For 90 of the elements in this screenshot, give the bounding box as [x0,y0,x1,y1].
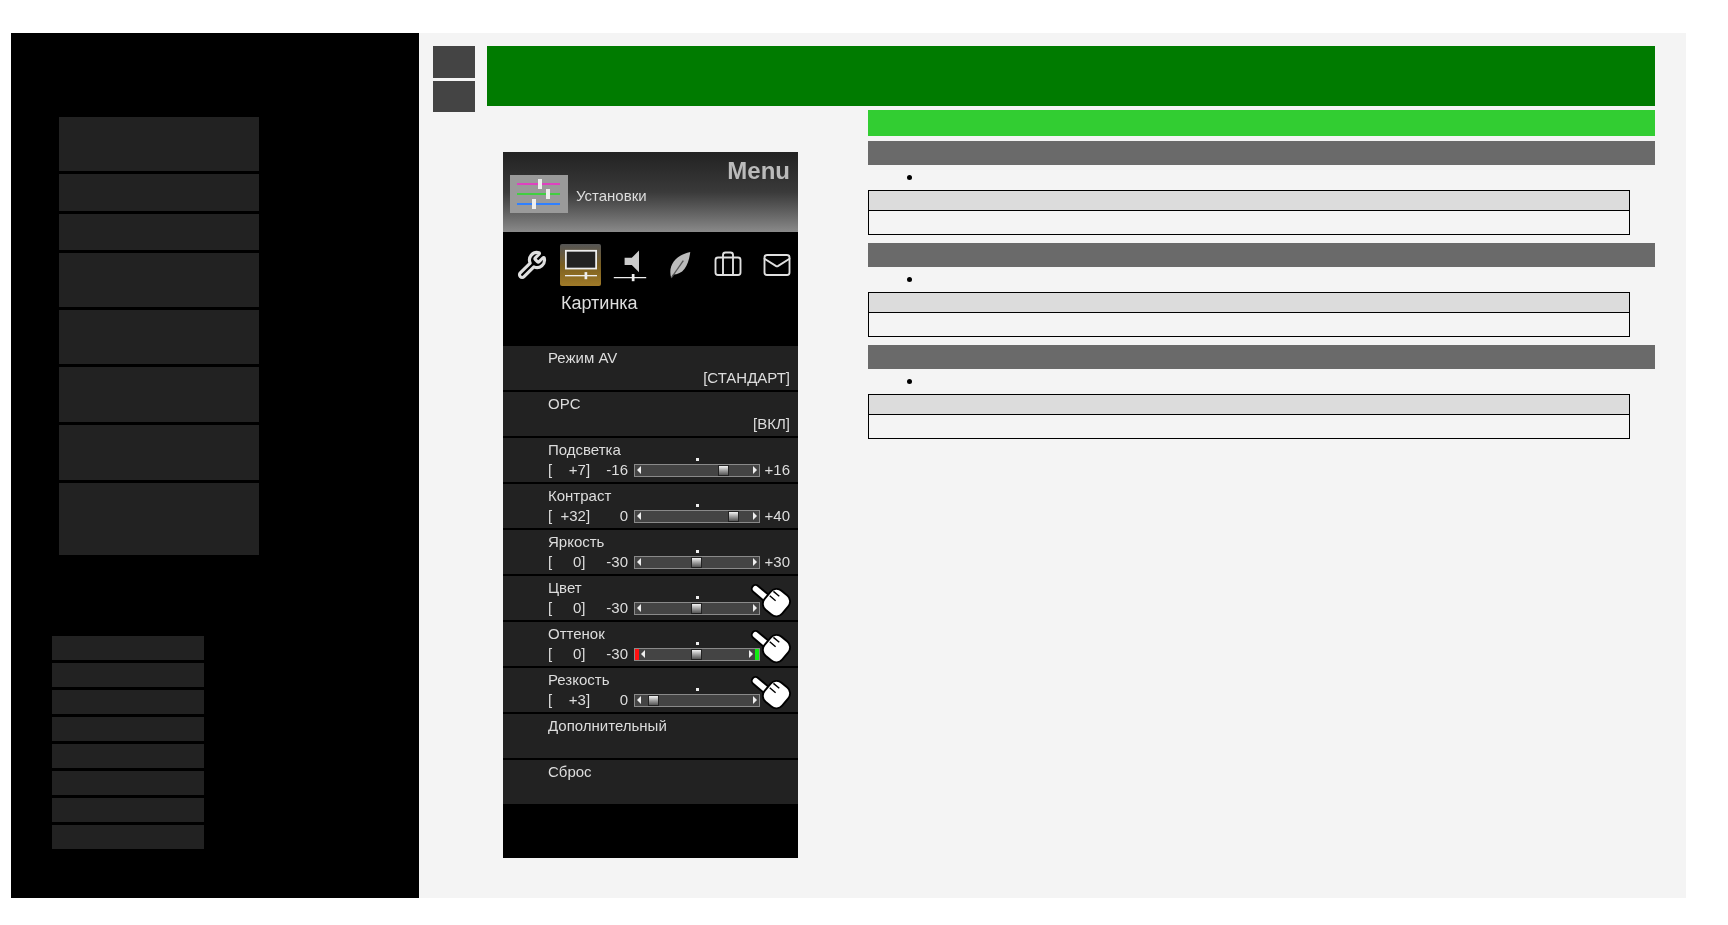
row-value: [ВКЛ] [752,414,790,434]
row-label: Резкость [548,670,610,690]
nav-tile[interactable] [59,483,259,555]
slider-min: 0 [618,506,628,526]
nav-tile[interactable] [59,310,259,364]
row-label: Оттенок [548,624,605,644]
section-label: Картинка [561,292,639,315]
menu-row[interactable]: Сброс [503,760,798,804]
nav-tile[interactable] [52,636,204,660]
slider-min: -30 [605,598,628,618]
right-arrow-icon [753,466,757,474]
right-arrow-icon [749,650,753,658]
menu-row[interactable]: Яркость [ 0] -30 +30 [503,530,798,574]
slider-thumb[interactable] [691,602,702,614]
menu-row[interactable]: OPC [ВКЛ] [503,392,798,436]
nav-tile[interactable] [52,798,204,822]
menu-row[interactable]: Резкость [ +3] 0 [503,668,798,712]
bullet-icon [907,175,912,180]
row-label: Контраст [548,486,612,506]
menu-row[interactable]: Режим AV [СТАНДАРТ] [503,346,798,390]
speaker-icon [611,248,648,282]
center-tick [696,641,699,645]
category-tab[interactable] [560,244,602,286]
slider-min: -30 [605,644,628,664]
slider-max: +16 [764,460,790,480]
slider-reading: [ +7] [548,460,592,480]
slider-reading: [ +32] [548,506,592,526]
row-label: Подсветка [548,440,621,460]
row-label: Режим AV [548,348,618,368]
menu-row[interactable]: Подсветка [ +7] -16 +16 [503,438,798,482]
nav-tile[interactable] [59,174,259,211]
slider-reading: [ 0] [548,552,587,572]
nav-tile[interactable] [52,690,204,714]
nav-tile[interactable] [52,663,204,687]
left-arrow-icon [637,558,641,566]
hue-end-mark [755,648,759,660]
slider-reading: [ +3] [548,690,592,710]
row-label: Цвет [548,578,582,598]
slider-thumb[interactable] [728,510,740,522]
left-arrow-icon [637,466,641,474]
nav-tile[interactable] [59,425,259,480]
nav-tile[interactable] [52,717,204,741]
center-tick [696,595,699,599]
menu-row[interactable]: Дополнительный [503,714,798,758]
right-arrow-icon [753,512,757,520]
center-tick [696,457,699,461]
center-tick [696,503,699,507]
menu-row[interactable]: Контраст [ +32] 0 +40 [503,484,798,528]
menu-row[interactable]: Оттенок [ 0] -30 [503,622,798,666]
nav-tile[interactable] [52,744,204,768]
menu-title: Menu [727,156,790,186]
slider-thumb[interactable] [647,694,659,706]
center-tick [696,687,699,691]
nav-tile[interactable] [59,367,259,422]
hue-start-mark [635,648,639,660]
sliders-icon [510,175,568,213]
slider-thumb[interactable] [691,648,702,660]
menu-row[interactable]: Цвет [ 0] -30 [503,576,798,620]
wrench-icon [516,250,547,280]
nav-tile[interactable] [59,117,259,171]
right-arrow-icon [753,558,757,566]
row-label: Яркость [548,532,605,552]
slider-thumb[interactable] [691,556,702,568]
slider-reading: [ 0] [548,644,587,664]
row-label: Дополнительный [548,716,667,736]
left-arrow-icon [637,696,641,704]
bullet-icon [907,277,912,282]
slider-min: -16 [605,460,628,480]
left-arrow-icon [637,512,641,520]
slider-thumb[interactable] [718,464,730,476]
nav-tile[interactable] [59,214,259,250]
slider-min: -30 [605,552,628,572]
row-label: Сброс [548,762,592,782]
row-value: [СТАНДАРТ] [702,368,790,388]
menu-category: Установки [576,185,647,206]
slider-min: 0 [618,690,628,710]
nav-tile[interactable] [52,771,204,795]
center-tick [696,549,699,553]
left-arrow-icon [641,650,645,658]
row-label: OPC [548,394,581,414]
monitor-icon [562,249,599,281]
right-arrow-icon [753,696,757,704]
nav-tile[interactable] [52,825,204,849]
left-arrow-icon [637,604,641,612]
bullet-icon [907,379,912,384]
slider-max: +40 [764,506,790,526]
nav-tile[interactable] [59,253,259,307]
slider-reading: [ 0] [548,598,587,618]
right-arrow-icon [753,604,757,612]
slider-max: +30 [764,552,790,572]
